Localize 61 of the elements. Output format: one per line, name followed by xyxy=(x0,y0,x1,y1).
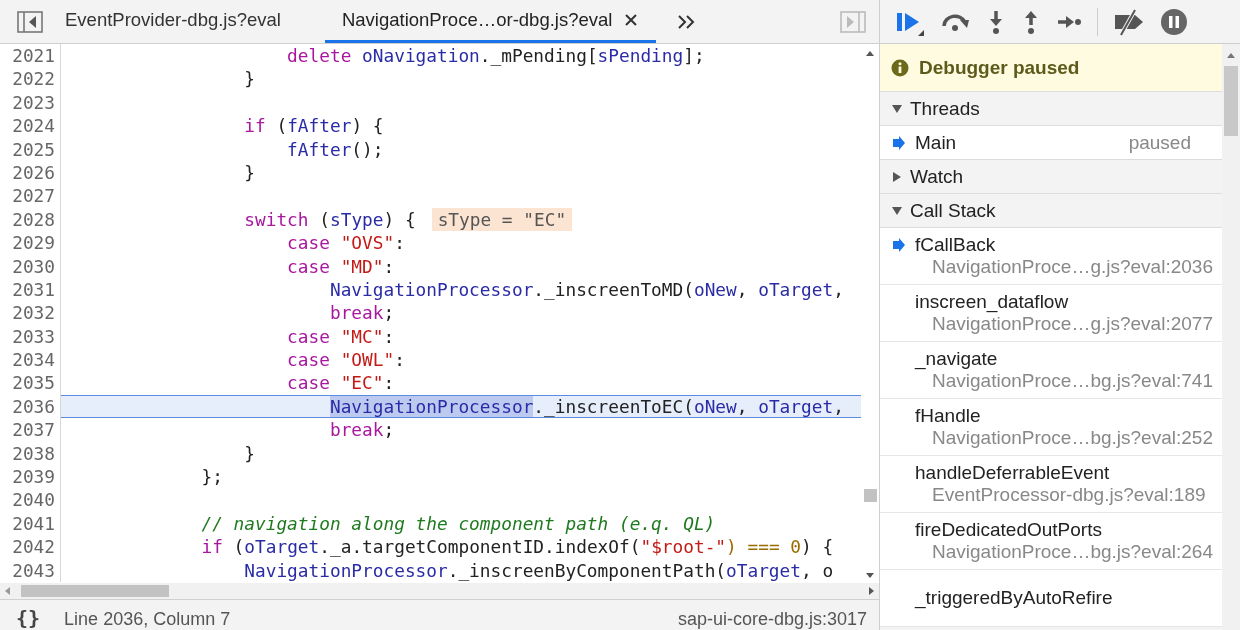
code-line: case "MC": xyxy=(286,324,395,349)
frame-function[interactable]: fireDedicatedOutPorts xyxy=(915,519,1102,541)
banner-text: Debugger paused xyxy=(919,56,1080,79)
code-line: switch (sType) { xyxy=(243,207,416,232)
code-line: } xyxy=(243,441,255,466)
frame-location[interactable]: NavigationProce…g.js?eval:2077 xyxy=(932,313,1222,335)
code-line: fAfter(); xyxy=(286,137,384,161)
code-line: case "MD": xyxy=(286,254,395,278)
code-line: NavigationProcessor._inscreenToMD(oNew, oTarget, xyxy=(328,277,844,302)
scrollbar-thumb[interactable] xyxy=(1224,66,1238,136)
code-line: // navigation along the component path (e.q. QL) xyxy=(200,511,716,536)
info-icon xyxy=(891,58,909,77)
scroll-up-icon[interactable] xyxy=(1226,52,1236,58)
expanded-icon[interactable] xyxy=(892,205,902,216)
close-icon[interactable] xyxy=(624,13,639,27)
code-line: case "EC": xyxy=(286,371,395,395)
editor-tab[interactable]: NavigationProce…or-dbg.js?eval xyxy=(324,0,657,43)
code-line: delete oNavigation._mPending[sPending]; xyxy=(286,44,705,68)
code-line: if (fAfter) { xyxy=(243,114,384,138)
frame-function[interactable]: _navigate xyxy=(915,348,998,370)
code-line: NavigationProcessor._inscreenToEC(oNew, oTarget, xyxy=(328,395,844,418)
frame-location[interactable]: NavigationProce…bg.js?eval:264 xyxy=(932,541,1222,563)
frame-location[interactable]: NavigationProce…g.js?eval:2036 xyxy=(932,256,1222,278)
code-line: }; xyxy=(200,465,223,489)
frame-function[interactable]: fCallBack xyxy=(915,234,996,256)
scrollbar-thumb[interactable] xyxy=(864,489,877,502)
code-line: } xyxy=(243,67,255,91)
scroll-up-icon[interactable] xyxy=(865,50,875,56)
code-line: case "OVS": xyxy=(286,231,405,255)
frame-function[interactable]: fHandle xyxy=(915,405,981,427)
sidebar-toggle-icon[interactable] xyxy=(840,11,866,33)
section-title[interactable]: Call Stack xyxy=(910,199,996,222)
expanded-icon[interactable] xyxy=(892,103,902,114)
navigator-toggle-icon[interactable] xyxy=(17,11,43,33)
code-line: NavigationProcessor._inscreenByComponentPath(oTarget, o xyxy=(243,558,834,582)
pause-icon[interactable] xyxy=(1160,7,1188,36)
frame-location[interactable]: EventProcessor-dbg.js?eval:189 xyxy=(932,484,1222,506)
frame-function[interactable]: handleDeferrableEvent xyxy=(915,462,1110,484)
thread-status: paused xyxy=(1128,131,1191,154)
frame-location[interactable]: NavigationProce…bg.js?eval:252 xyxy=(932,427,1222,449)
inline-value: sType = "EC" xyxy=(431,207,573,232)
section-title[interactable]: Watch xyxy=(910,165,964,188)
horizontal-scrollbar[interactable] xyxy=(0,583,879,599)
frame-location[interactable]: NavigationProce…bg.js?eval:741 xyxy=(932,370,1222,392)
scroll-right-icon[interactable] xyxy=(869,586,875,596)
scroll-down-icon[interactable] xyxy=(865,573,875,579)
code-line: if (oTarget._a.targetComponentID.indexOf("$root-") === 0) { xyxy=(200,535,834,559)
code-line: } xyxy=(243,160,255,185)
code-line: case "OWL": xyxy=(286,348,405,372)
code-line: break; xyxy=(328,418,395,442)
frame-function[interactable]: inscreen_dataflow xyxy=(915,291,1069,313)
editor-tab[interactable]: EventProvider-dbg.js?eval xyxy=(63,0,299,43)
deactivate-breakpoints-icon[interactable] xyxy=(1113,7,1145,36)
pretty-print-button[interactable]: {} xyxy=(16,606,41,630)
collapsed-icon[interactable] xyxy=(892,171,902,182)
cursor-position: Line 2036, Column 7 xyxy=(64,608,231,630)
code-line: break; xyxy=(328,301,395,325)
section-title[interactable]: Threads xyxy=(910,97,980,120)
thread-name[interactable]: Main xyxy=(915,131,957,154)
scrollbar-thumb[interactable] xyxy=(21,585,169,597)
source-link[interactable]: sap-ui-core-dbg.js:3017 xyxy=(677,608,867,630)
